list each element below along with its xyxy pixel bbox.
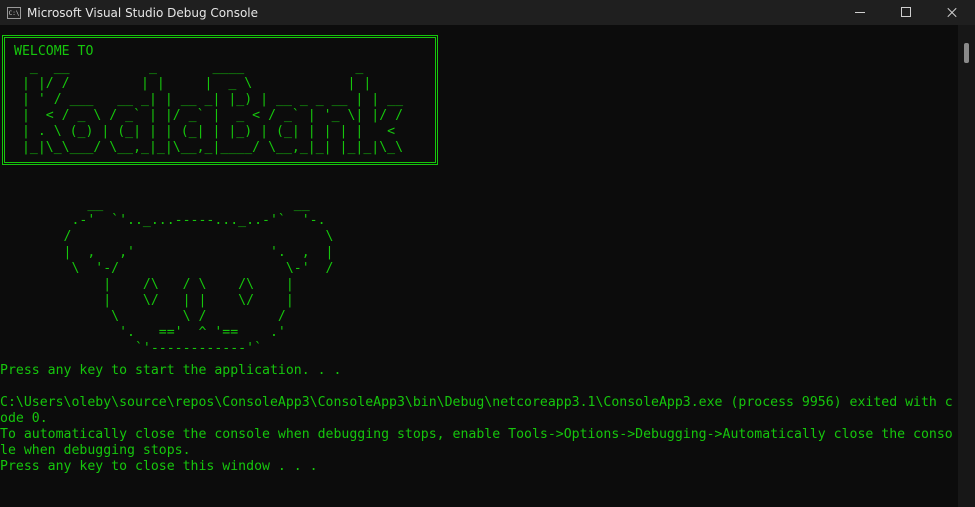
minimize-icon[interactable] [837, 0, 883, 25]
window-title: Microsoft Visual Studio Debug Console [27, 5, 259, 20]
welcome-text: WELCOME TO [14, 44, 94, 59]
press-key-close-line: Press any key to close this window . . . [0, 459, 318, 474]
console-messages: Press any key to start the application. … [0, 363, 953, 475]
auto-close-hint-line-2: le when debugging stops. [0, 443, 191, 458]
close-icon[interactable] [929, 0, 975, 25]
maximize-icon[interactable] [883, 0, 929, 25]
title-bar[interactable]: C:\ Microsoft Visual Studio Debug Consol… [0, 0, 975, 25]
console-output[interactable]: WELCOME TO _ __ _ ____ _ | |/ / | | | _ … [0, 26, 958, 507]
auto-close-hint-line: To automatically close the console when … [0, 427, 953, 442]
console-app-icon[interactable]: C:\ [7, 6, 21, 19]
scrollbar-thumb[interactable] [964, 43, 969, 63]
press-key-start-line: Press any key to start the application. … [0, 363, 342, 378]
vertical-scrollbar[interactable] [958, 25, 975, 507]
exit-code-line: ode 0. [0, 411, 48, 426]
debug-console-window: C:\ Microsoft Visual Studio Debug Consol… [0, 0, 975, 507]
koalabank-ascii-logo: _ __ _ ____ _ | |/ / | | | _ \ | | | ' /… [21, 60, 404, 155]
welcome-banner: WELCOME TO _ __ _ ____ _ | |/ / | | | _ … [2, 35, 438, 165]
exit-path-line: C:\Users\oleby\source\repos\ConsoleApp3\… [0, 395, 953, 410]
window-controls [837, 0, 975, 25]
koala-ascii-art: __ __ .-' `'.._...-----..._..-'` '-. / \… [63, 197, 334, 356]
banner-text: WELCOME TO _ __ _ ____ _ | |/ / | | | _ … [14, 44, 403, 156]
